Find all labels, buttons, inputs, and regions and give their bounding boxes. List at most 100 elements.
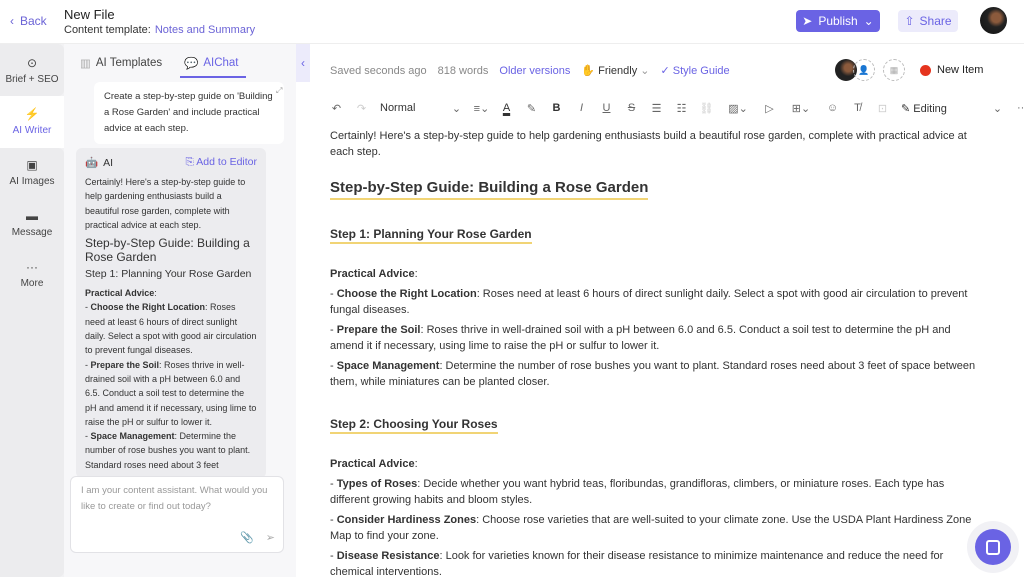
status-dot-icon <box>920 64 931 76</box>
advice-item: - Prepare the Soil: Roses thrive in well… <box>330 324 951 352</box>
calendar-icon[interactable]: ▦ <box>883 59 905 81</box>
editor-meta: Saved seconds ago 818 words Older versio… <box>330 64 730 78</box>
chat-input[interactable]: I am your content assistant. What would … <box>70 476 284 553</box>
table-icon[interactable]: ⊞⌄ <box>782 102 820 115</box>
advice-item: - Choose the Right Location: Roses need … <box>330 288 968 316</box>
content-template: Content template: Notes and Summary <box>64 24 256 36</box>
nav-item-brief-seo[interactable]: ⊙ Brief + SEO <box>0 56 64 85</box>
back-button[interactable]: ‹ Back <box>10 14 47 28</box>
document-heading: Step-by-Step Guide: Building a Rose Gard… <box>330 178 649 200</box>
hand-icon: ✋ <box>581 65 596 77</box>
step-heading: Step 2: Choosing Your Roses <box>330 416 498 434</box>
text-color-icon[interactable]: A <box>494 102 519 114</box>
undo-icon[interactable]: ↶ <box>324 102 349 115</box>
status-new-item[interactable]: New Item <box>920 64 983 76</box>
image-icon: ▣ <box>26 158 38 172</box>
emoji-icon[interactable]: ☺ <box>820 102 845 114</box>
italic-icon[interactable]: I <box>569 102 594 114</box>
advice-item: - Types of Roses: Decide whether you wan… <box>330 478 945 506</box>
chevron-left-icon: ‹ <box>301 56 305 70</box>
send-icon: ➤ <box>802 14 813 28</box>
collaborators: 👤 ▦ <box>835 59 905 81</box>
add-user-icon[interactable]: 👤 <box>853 59 875 81</box>
advice-item: - Consider Hardiness Zones: Choose rose … <box>330 514 972 542</box>
editor: Saved seconds ago 818 words Older versio… <box>310 44 1024 578</box>
attach-icon[interactable]: 📎 <box>240 530 254 546</box>
template-link[interactable]: Notes and Summary <box>155 24 255 36</box>
chat-bubbles-icon: 💬 <box>184 58 199 70</box>
message-icon: ▬ <box>26 209 38 223</box>
collapse-panel-button[interactable]: ‹ <box>296 44 310 82</box>
add-to-editor-button[interactable]: ⎘ Add to Editor <box>186 156 257 169</box>
editor-toolbar: ↶ ↷ Normal ⌄ ≡⌄ A ✎ B I U S ☰ ☷ ⛓ ▨⌄ ▷ ⊞… <box>324 98 1024 118</box>
ai-panel: ▥ AI Templates 💬 AIChat Create a step-by-s… <box>64 44 296 577</box>
expand-icon[interactable]: ⤢ <box>276 86 282 96</box>
tab-aichat[interactable]: 💬 AIChat <box>184 56 239 70</box>
play-icon[interactable]: ▷ <box>757 102 782 115</box>
link-icon[interactable]: ⛓ <box>694 102 719 115</box>
editor-content[interactable]: Certainly! Here's a step-by-step guide t… <box>330 128 980 584</box>
add-file-icon: ⎘ <box>185 156 197 168</box>
check-circle-icon: ✓ <box>660 65 670 77</box>
chevron-down-icon[interactable]: ⌄ <box>985 102 1010 115</box>
redo-icon[interactable]: ↷ <box>349 102 374 115</box>
numbered-list-icon[interactable]: ☷ <box>669 102 694 115</box>
highlight-icon[interactable]: ✎ <box>519 102 544 115</box>
response-item: - Prepare the Soil: Roses thrive in well… <box>85 359 257 427</box>
bolt-icon: ⚡ <box>24 107 40 121</box>
ai-sender: 🤖 AI <box>85 156 113 170</box>
target-icon: ⊙ <box>26 56 38 70</box>
nav-item-more[interactable]: ··· More <box>0 260 64 289</box>
block-style-select[interactable]: Normal <box>374 102 444 114</box>
response-item: - Choose the Right Location: Roses need … <box>85 302 257 356</box>
align-icon[interactable]: ≡⌄ <box>469 102 494 115</box>
mode-select[interactable]: ✎ Editing <box>895 102 985 115</box>
image-insert-icon[interactable]: ▨⌄ <box>719 102 757 115</box>
nav-item-ai-images[interactable]: ▣ AI Images <box>0 158 64 187</box>
response-intro: Certainly! Here's a step-by-step guide t… <box>85 177 246 230</box>
more-icon: ··· <box>26 260 38 274</box>
advice-item: - Space Management: Determine the number… <box>330 360 976 388</box>
active-tab-indicator <box>180 76 246 78</box>
chat-icon <box>986 539 1000 555</box>
save-status: Saved seconds ago <box>330 64 427 77</box>
publish-button[interactable]: ➤ Publish ⌄ <box>796 10 880 32</box>
older-versions-link[interactable]: Older versions <box>499 65 570 77</box>
tab-ai-templates[interactable]: ▥ AI Templates <box>80 56 162 70</box>
chevron-down-icon[interactable]: ⌄ <box>444 102 469 115</box>
pencil-icon: ✎ <box>901 102 914 115</box>
user-avatar[interactable] <box>980 7 1007 34</box>
chevron-down-icon: ⌄ <box>640 65 650 77</box>
bullet-list-icon[interactable]: ☰ <box>644 102 669 115</box>
chevron-down-icon: ⌄ <box>863 14 874 28</box>
response-item: - Space Management: Determine the number… <box>85 431 251 470</box>
top-bar: ‹ Back New File Content template: Notes an… <box>0 0 1024 44</box>
strikethrough-icon[interactable]: S <box>619 102 644 114</box>
style-guide-button[interactable]: ✓ Style Guide <box>661 64 730 77</box>
panel-tabs: ▥ AI Templates 💬 AIChat <box>64 44 296 78</box>
clear-format-icon[interactable]: T̸ <box>845 102 870 114</box>
left-nav: ⊙ Brief + SEO ⚡ AI Writer ▣ AI Images ▬ Mess… <box>0 44 64 577</box>
share-button[interactable]: ⇧ Share <box>898 10 958 32</box>
word-count: 818 words <box>437 64 489 77</box>
bold-icon[interactable]: B <box>544 102 569 114</box>
step-heading: Step 1: Planning Your Rose Garden <box>330 226 532 244</box>
chevron-left-icon: ‹ <box>10 14 14 28</box>
response-subheading: Step 1: Planning Your Rose Garden <box>85 268 252 281</box>
comment-icon[interactable]: ⊡ <box>870 102 895 115</box>
ai-response-card: 🤖 AI ⎘ Add to Editor Certainly! Here's a … <box>76 148 266 478</box>
nav-item-ai-writer[interactable]: ⚡ AI Writer <box>0 96 64 148</box>
nav-item-message[interactable]: ▬ Message <box>0 209 64 238</box>
intro-paragraph: Certainly! Here's a step-by-step guide t… <box>330 130 967 158</box>
underline-icon[interactable]: U <box>594 102 619 114</box>
support-chat-button[interactable] <box>975 529 1011 565</box>
robot-icon: 🤖 <box>85 157 99 169</box>
response-heading: Step-by-Step Guide: Building a Rose Gard… <box>85 236 250 265</box>
library-icon: ▥ <box>80 58 91 70</box>
send-icon[interactable]: ➢ <box>266 530 275 546</box>
upload-icon: ⇧ <box>904 14 915 28</box>
tone-select[interactable]: ✋ Friendly ⌄ <box>581 64 649 77</box>
more-options-icon[interactable]: ··· <box>1010 102 1024 114</box>
user-prompt: Create a step-by-step guide on 'Building… <box>94 82 284 144</box>
file-title: New File <box>64 7 115 22</box>
